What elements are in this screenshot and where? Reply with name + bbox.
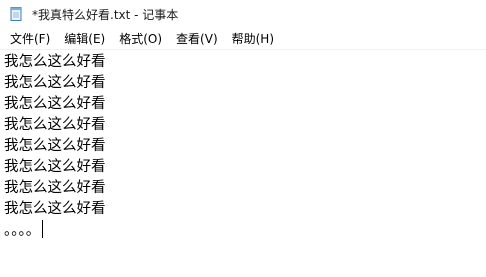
text-line: 我怎么这么好看 bbox=[4, 54, 106, 70]
menu-view[interactable]: 查看(V) bbox=[170, 28, 224, 49]
text-line: 我怎么这么好看 bbox=[4, 96, 106, 112]
text-line: 我怎么这么好看 bbox=[4, 180, 106, 196]
text-line: 我怎么这么好看 bbox=[4, 117, 106, 133]
notepad-icon bbox=[8, 6, 24, 22]
window-title: *我真特么好看.txt - 记事本 bbox=[32, 7, 179, 22]
menu-bar: 文件(F) 编辑(E) 格式(O) 查看(V) 帮助(H) bbox=[0, 28, 486, 50]
text-line: 我怎么这么好看 bbox=[4, 159, 106, 175]
menu-file[interactable]: 文件(F) bbox=[4, 28, 56, 49]
text-editor-area[interactable]: 我怎么这么好看 我怎么这么好看 我怎么这么好看 我怎么这么好看 我怎么这么好看 … bbox=[0, 50, 486, 277]
text-line: 我怎么这么好看 bbox=[4, 201, 106, 217]
text-line: 我怎么这么好看 bbox=[4, 75, 106, 91]
text-line: 我怎么这么好看 bbox=[4, 138, 106, 154]
text-line-content: 。。。。 bbox=[4, 223, 41, 239]
text-line-current: 。。。。 bbox=[4, 220, 486, 241]
menu-format[interactable]: 格式(O) bbox=[113, 28, 168, 49]
notepad-window: *我真特么好看.txt - 记事本 文件(F) 编辑(E) 格式(O) 查看(V… bbox=[0, 0, 486, 277]
menu-edit[interactable]: 编辑(E) bbox=[58, 28, 111, 49]
menu-help[interactable]: 帮助(H) bbox=[226, 28, 280, 49]
text-caret bbox=[42, 220, 44, 238]
title-bar[interactable]: *我真特么好看.txt - 记事本 bbox=[0, 0, 486, 28]
